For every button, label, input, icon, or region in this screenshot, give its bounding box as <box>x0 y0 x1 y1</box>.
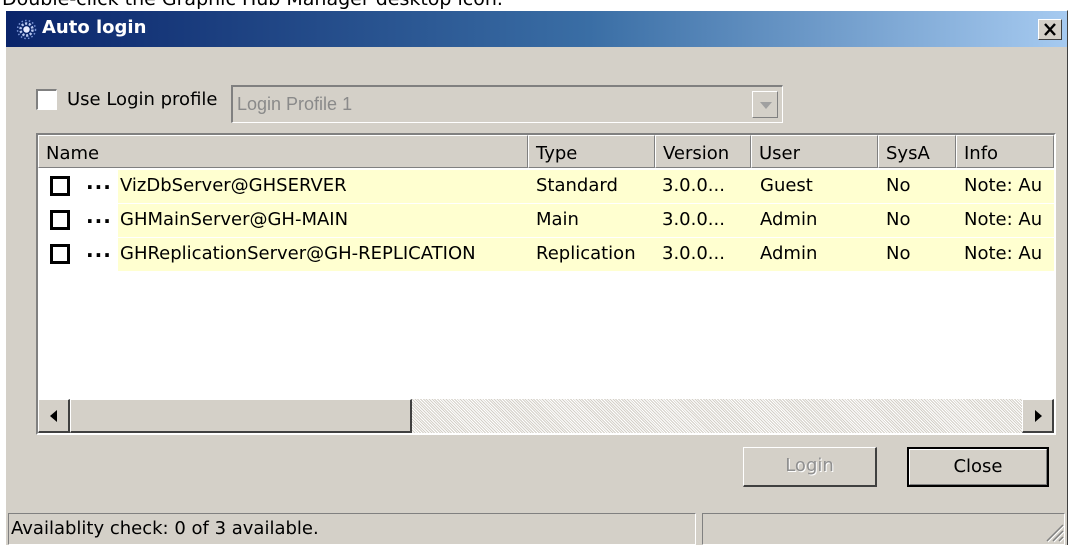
cell-type: Standard <box>536 175 618 196</box>
status-bar: Availablity check: 0 of 3 available. <box>6 507 1067 545</box>
cell-name: VizDbServer@GHSERVER <box>120 175 347 196</box>
table-row[interactable]: ... GHReplicationServer@GH-REPLICATION R… <box>38 238 1054 271</box>
column-header-version[interactable]: Version <box>655 135 751 168</box>
column-header-info[interactable]: Info <box>956 135 1054 168</box>
row-checkbox[interactable] <box>50 244 70 264</box>
scroll-left-button[interactable] <box>38 399 70 433</box>
status-secondary <box>702 513 1065 545</box>
use-login-profile-label[interactable]: Use Login profile <box>67 89 218 110</box>
login-profile-select-value: Login Profile 1 <box>237 94 353 114</box>
cell-user: Admin <box>760 243 818 264</box>
window-title: Auto login <box>42 17 147 38</box>
cell-user: Admin <box>760 209 818 230</box>
row-dots[interactable]: ... <box>86 238 112 262</box>
arrow-left-icon <box>50 410 57 422</box>
close-icon <box>1044 23 1056 36</box>
cell-type: Replication <box>536 243 636 264</box>
resize-grip-icon[interactable] <box>1041 519 1065 543</box>
row-checkbox[interactable] <box>50 210 70 230</box>
server-list[interactable]: Name Type Version User SysA Info ... Viz… <box>36 133 1056 435</box>
column-header-user[interactable]: User <box>751 135 878 168</box>
table-row[interactable]: ... VizDbServer@GHSERVER Standard 3.0.0.… <box>38 170 1054 203</box>
row-checkbox[interactable] <box>50 176 70 196</box>
cell-name: GHReplicationServer@GH-REPLICATION <box>120 243 476 264</box>
cell-version: 3.0.0... <box>662 209 725 230</box>
column-header-type[interactable]: Type <box>528 135 655 168</box>
cell-info: Note: Au <box>964 243 1043 264</box>
cell-sysa: No <box>886 175 911 196</box>
scrollbar-thumb[interactable] <box>70 399 412 433</box>
table-row[interactable]: ... GHMainServer@GH-MAIN Main 3.0.0... A… <box>38 204 1054 237</box>
cell-info: Note: Au <box>964 175 1043 196</box>
scroll-right-button[interactable] <box>1022 399 1054 433</box>
title-bar[interactable]: Auto login <box>6 11 1067 47</box>
cell-sysa: No <box>886 243 911 264</box>
server-list-header: Name Type Version User SysA Info <box>38 135 1054 168</box>
cell-version: 3.0.0... <box>662 243 725 264</box>
use-login-profile-checkbox[interactable] <box>36 89 57 110</box>
auto-login-dialog: Auto login Use Login profile Login Profi… <box>5 10 1068 545</box>
chevron-down-icon <box>760 102 772 109</box>
row-dots[interactable]: ... <box>86 204 112 228</box>
window-close-button[interactable] <box>1038 19 1062 40</box>
cell-version: 3.0.0... <box>662 175 725 196</box>
arrow-right-icon <box>1035 410 1042 422</box>
column-header-name[interactable]: Name <box>38 135 528 168</box>
column-header-sysa[interactable]: SysA <box>878 135 956 168</box>
horizontal-scrollbar[interactable] <box>38 399 1054 433</box>
cell-type: Main <box>536 209 579 230</box>
app-gear-icon <box>16 19 37 40</box>
close-button[interactable]: Close <box>907 447 1049 487</box>
login-profile-dropdown-button[interactable] <box>752 91 778 118</box>
cell-info: Note: Au <box>964 209 1043 230</box>
cell-sysa: No <box>886 209 911 230</box>
cell-name: GHMainServer@GH-MAIN <box>120 209 349 230</box>
login-button[interactable]: Login <box>743 447 877 487</box>
login-profile-select[interactable]: Login Profile 1 <box>231 85 783 123</box>
cell-user: Guest <box>760 175 813 196</box>
status-text: Availablity check: 0 of 3 available. <box>8 513 696 545</box>
row-dots[interactable]: ... <box>86 170 112 194</box>
close-button-label: Close <box>953 456 1003 477</box>
